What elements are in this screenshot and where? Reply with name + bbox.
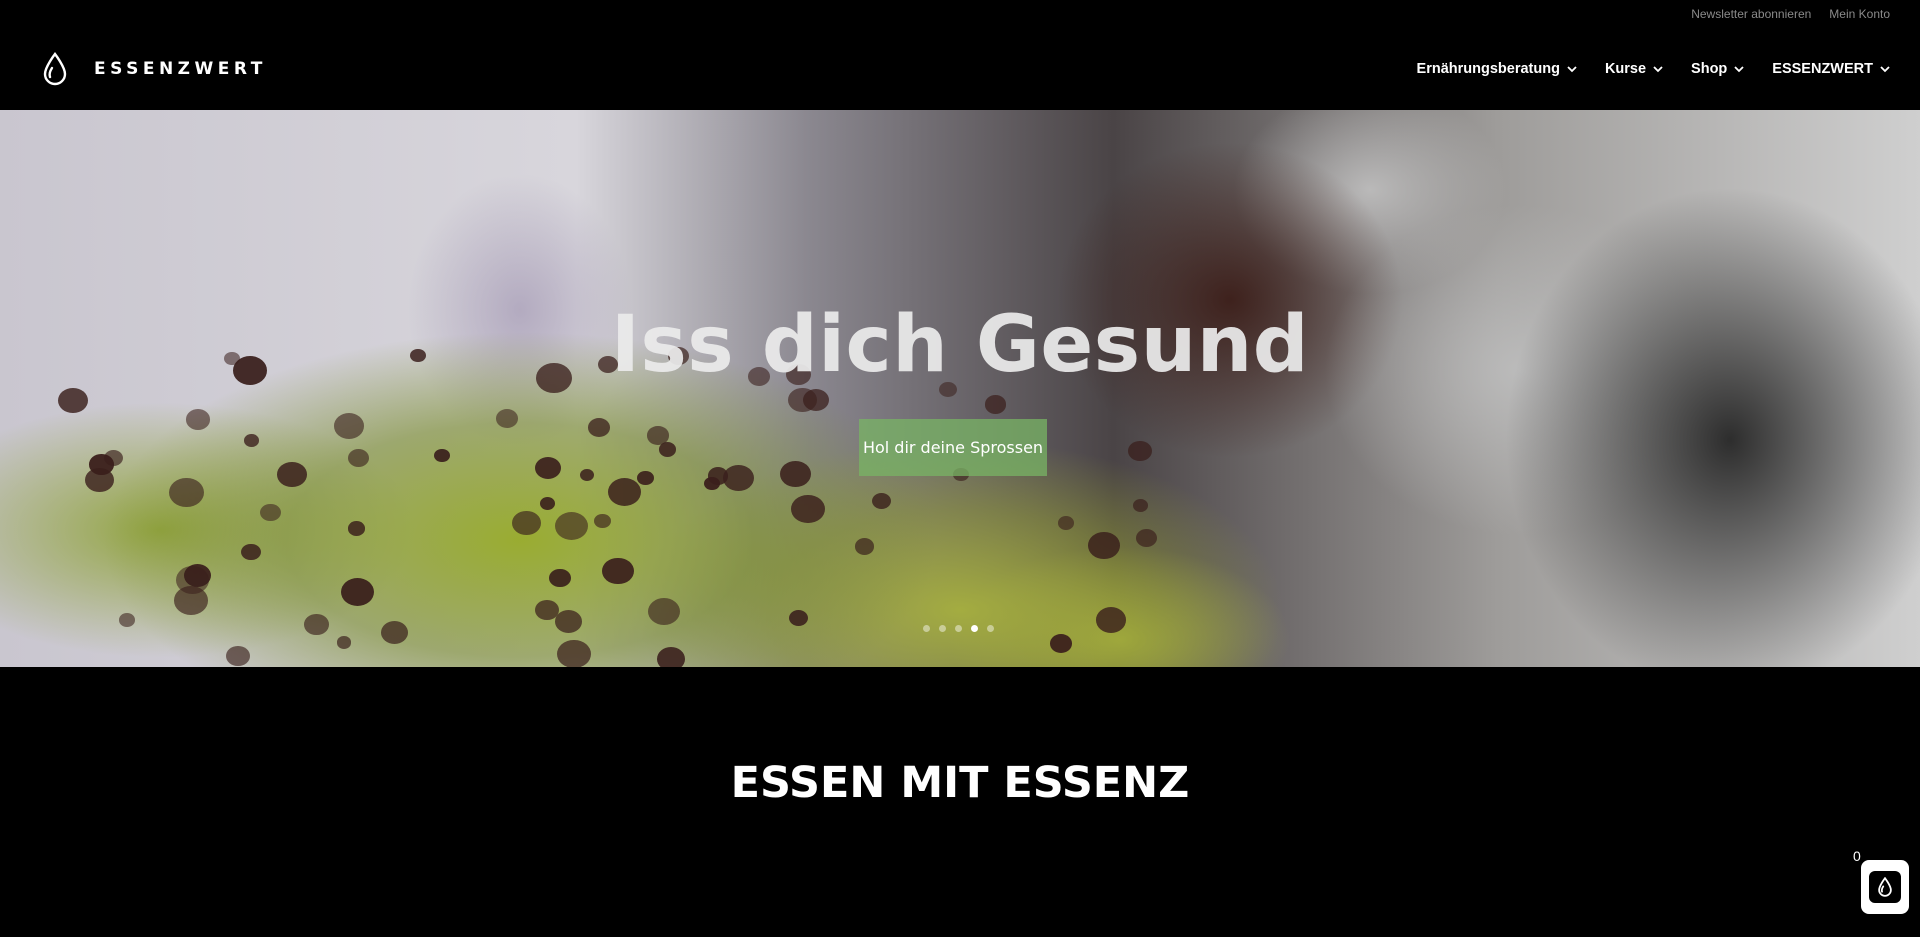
- seed-decoration: [333, 413, 364, 440]
- section-title: ESSEN MIT ESSENZ: [730, 758, 1190, 808]
- seed-decoration: [637, 470, 654, 485]
- seed-decoration: [872, 492, 892, 509]
- seed-decoration: [89, 454, 114, 476]
- nav-item-label: Kurse: [1604, 61, 1647, 77]
- seed-decoration: [277, 462, 307, 487]
- seed-decoration: [1049, 633, 1073, 653]
- seed-decoration: [347, 521, 365, 536]
- seed-decoration: [1128, 440, 1153, 461]
- drop-logo-icon: [43, 52, 67, 86]
- slider-dot[interactable]: [923, 625, 930, 632]
- seed-decoration: [554, 610, 582, 634]
- hero-cta-button[interactable]: Hol dir deine Sprossen: [859, 419, 1047, 476]
- drop-cart-icon: [1878, 877, 1892, 897]
- seed-decoration: [304, 614, 329, 635]
- logo[interactable]: ESSENZWERT: [42, 52, 267, 86]
- seed-decoration: [607, 477, 641, 507]
- nav-item-label: Shop: [1691, 61, 1728, 77]
- seed-decoration: [647, 597, 681, 626]
- seed-decoration: [336, 636, 351, 649]
- seed-decoration: [587, 417, 611, 438]
- account-link[interactable]: Mein Konto: [1829, 7, 1890, 21]
- seed-decoration: [602, 557, 634, 585]
- nav-item-ernaehrungsberatung[interactable]: Ernährungsberatung: [1417, 61, 1577, 77]
- seed-decoration: [789, 609, 809, 626]
- seed-decoration: [780, 461, 811, 488]
- site-header: ESSENZWERT Ernährungsberatung Kurse Shop…: [0, 28, 1920, 110]
- seed-decoration: [340, 577, 374, 606]
- seed-decoration: [854, 538, 875, 556]
- seed-decoration: [260, 503, 282, 522]
- seed-decoration: [168, 477, 204, 508]
- seed-decoration: [791, 494, 826, 524]
- seed-decoration: [381, 621, 409, 645]
- seed-decoration: [549, 569, 571, 588]
- seed-decoration: [723, 464, 755, 491]
- seed-decoration: [659, 442, 677, 458]
- newsletter-link[interactable]: Newsletter abonnieren: [1691, 7, 1811, 21]
- seed-decoration: [554, 511, 589, 541]
- seed-decoration: [535, 456, 562, 479]
- seed-decoration: [118, 613, 135, 627]
- seed-decoration: [1095, 606, 1127, 633]
- seed-decoration: [434, 448, 451, 462]
- chevron-down-icon: [1567, 65, 1577, 72]
- slider-dot[interactable]: [939, 625, 946, 632]
- seed-decoration: [512, 510, 541, 536]
- seed-decoration: [225, 645, 250, 666]
- cart-count-badge: 0: [1853, 848, 1861, 864]
- seed-decoration: [703, 476, 720, 491]
- seed-decoration: [241, 543, 261, 561]
- slider-dot[interactable]: [987, 625, 994, 632]
- seed-decoration: [1133, 499, 1149, 513]
- nav-item-essenzwert[interactable]: ESSENZWERT: [1772, 61, 1890, 77]
- seed-decoration: [1088, 531, 1120, 559]
- seed-decoration: [58, 387, 88, 413]
- main-nav: Ernährungsberatung Kurse Shop ESSENZWERT: [1417, 61, 1890, 77]
- seed-decoration: [656, 646, 685, 667]
- nav-item-shop[interactable]: Shop: [1691, 61, 1744, 77]
- slider-dot[interactable]: [971, 625, 978, 632]
- cart-button[interactable]: [1861, 860, 1909, 914]
- seed-decoration: [495, 409, 519, 429]
- nav-item-label: Ernährungsberatung: [1416, 61, 1560, 77]
- chevron-down-icon: [1880, 65, 1890, 72]
- seed-decoration: [647, 426, 669, 445]
- slider-dot[interactable]: [955, 625, 962, 632]
- nav-item-kurse[interactable]: Kurse: [1605, 61, 1663, 77]
- seed-decoration: [186, 409, 211, 430]
- top-bar: Newsletter abonnieren Mein Konto: [0, 0, 1920, 28]
- chevron-down-icon: [1653, 65, 1663, 72]
- chevron-down-icon: [1734, 65, 1744, 72]
- seed-decoration: [787, 387, 817, 413]
- seed-decoration: [1135, 528, 1158, 547]
- seed-decoration: [347, 449, 369, 468]
- seed-decoration: [539, 496, 556, 511]
- slider-dots: [923, 625, 994, 632]
- hero-title: Iss dich Gesund: [610, 300, 1310, 390]
- seed-decoration: [244, 434, 259, 447]
- cart-inner: [1869, 871, 1901, 903]
- seed-decoration: [579, 468, 594, 481]
- nav-item-label: ESSENZWERT: [1772, 61, 1873, 77]
- seed-decoration: [1058, 516, 1075, 530]
- seed-decoration: [593, 513, 611, 528]
- logo-text: ESSENZWERT: [94, 59, 267, 79]
- seed-decoration: [984, 395, 1007, 414]
- seed-decoration: [557, 639, 591, 667]
